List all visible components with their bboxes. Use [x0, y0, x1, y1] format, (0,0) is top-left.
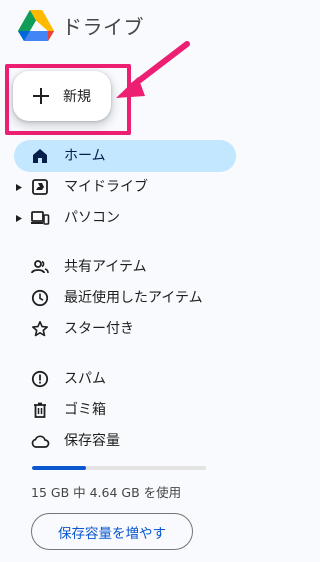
- sidebar-item-computers[interactable]: パソコン: [14, 202, 236, 234]
- storage-usage-text: 15 GB 中 4.64 GB を使用: [31, 485, 182, 500]
- sidebar-item-trash[interactable]: ゴミ箱: [14, 394, 236, 426]
- sidebar-item-label: 共有アイテム: [64, 259, 147, 275]
- sidebar-item-starred[interactable]: スター付き: [14, 313, 236, 345]
- my-drive-icon: [32, 179, 48, 195]
- computers-icon: [31, 211, 50, 225]
- clock-icon: [31, 289, 49, 307]
- sidebar-item-label: マイドライブ: [64, 179, 148, 195]
- sidebar-item-label: スター付き: [64, 321, 134, 337]
- cloud-icon: [31, 435, 50, 448]
- storage-usage-bar: [32, 466, 206, 470]
- shared-people-icon: [31, 260, 49, 274]
- star-icon: [31, 320, 49, 337]
- expand-arrow-icon[interactable]: [16, 215, 22, 222]
- get-more-storage-button[interactable]: 保存容量を増やす: [31, 513, 193, 550]
- sidebar-item-label: 最近使用したアイテム: [64, 290, 203, 306]
- sidebar-item-label: ゴミ箱: [64, 402, 106, 418]
- sidebar-item-label: スパム: [64, 371, 106, 387]
- trash-icon: [34, 402, 46, 418]
- sidebar-item-storage[interactable]: 保存容量: [14, 425, 236, 457]
- sidebar-item-label: ホーム: [64, 148, 106, 164]
- storage-usage-fill: [32, 466, 86, 470]
- sidebar-item-home[interactable]: ホーム: [14, 140, 236, 172]
- sidebar-item-recent[interactable]: 最近使用したアイテム: [14, 282, 236, 314]
- sidebar-item-my-drive[interactable]: マイドライブ: [14, 171, 236, 203]
- expand-arrow-icon[interactable]: [16, 184, 22, 191]
- home-icon: [33, 149, 47, 163]
- annotation-arrow: [116, 41, 190, 98]
- sidebar-item-shared[interactable]: 共有アイテム: [14, 251, 236, 283]
- sidebar-item-label: 保存容量: [64, 433, 120, 449]
- spam-icon: [31, 370, 49, 388]
- sidebar-item-label: パソコン: [64, 210, 120, 226]
- sidebar-item-spam[interactable]: スパム: [14, 363, 236, 395]
